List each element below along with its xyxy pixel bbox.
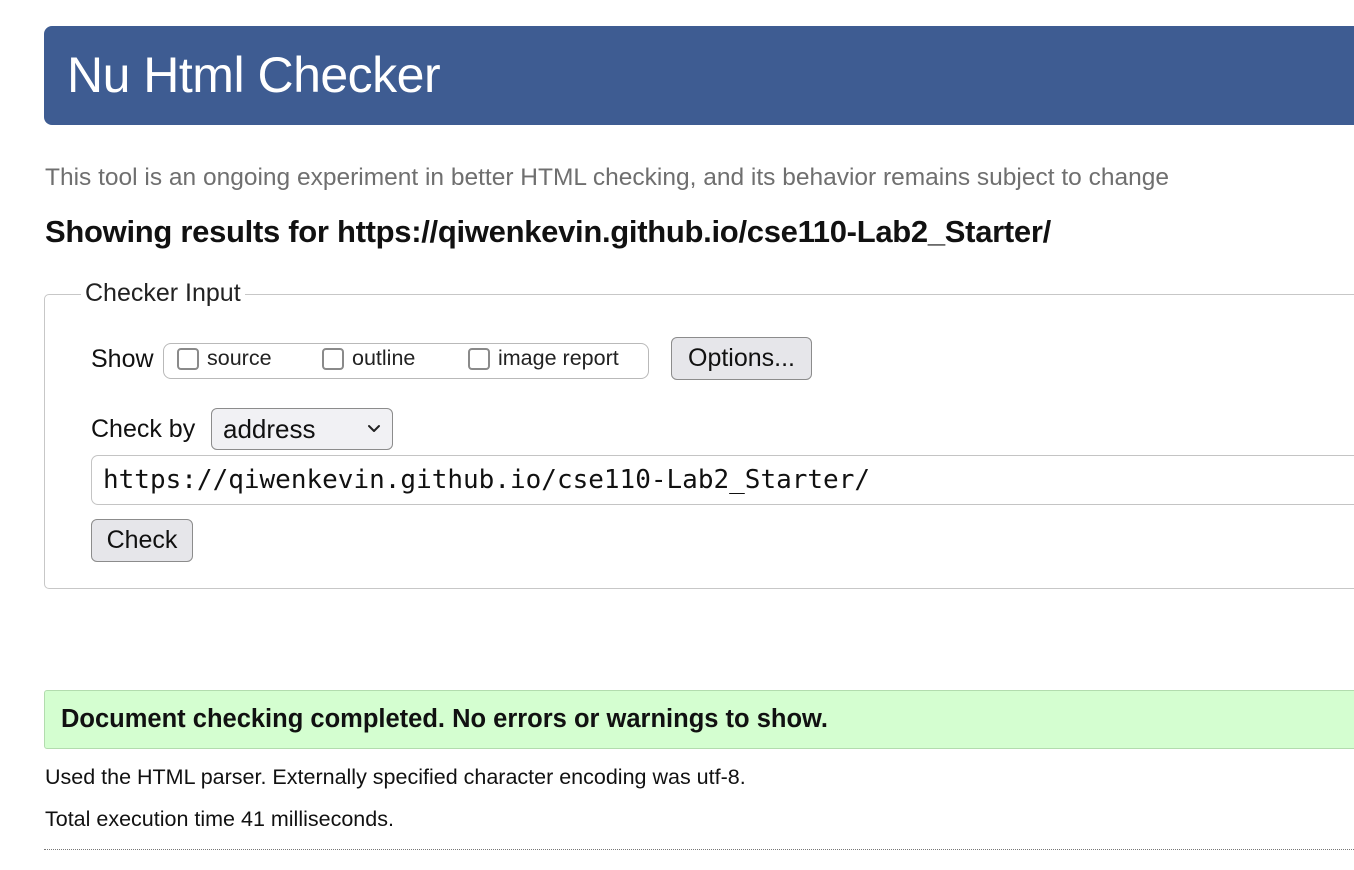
source-checkbox-label: source	[207, 346, 272, 370]
checker-input-legend: Checker Input	[81, 279, 245, 308]
show-image-report-option[interactable]: image report	[468, 346, 619, 371]
tagline: This tool is an ongoing experiment in be…	[45, 164, 1169, 191]
checker-input-fieldset: Checker Input Show source outline image …	[44, 279, 1354, 589]
chevron-down-icon	[368, 425, 380, 432]
app-title: Nu Html Checker	[67, 47, 441, 103]
image-report-checkbox[interactable]	[468, 347, 490, 370]
page: Nu Html Checker This tool is an ongoing …	[0, 0, 1354, 870]
check-by-selected-value: address	[223, 413, 316, 444]
image-report-checkbox-label: image report	[498, 346, 619, 370]
show-label: Show	[91, 345, 154, 373]
outline-checkbox[interactable]	[322, 347, 344, 370]
check-by-label: Check by	[91, 415, 196, 443]
outline-checkbox-label: outline	[352, 346, 416, 370]
success-message-box: Document checking completed. No errors o…	[44, 690, 1354, 749]
show-source-option[interactable]: source	[177, 346, 272, 371]
results-heading: Showing results for https://qiwenkevin.g…	[45, 214, 1051, 249]
execution-time: Total execution time 41 milliseconds.	[45, 807, 394, 831]
success-message: Document checking completed. No errors o…	[61, 705, 829, 733]
header-banner: Nu Html Checker	[44, 26, 1354, 125]
check-button[interactable]: Check	[91, 519, 193, 562]
dotted-divider	[44, 849, 1354, 850]
options-button[interactable]: Options...	[671, 337, 812, 380]
url-input-value: https://qiwenkevin.github.io/cse110-Lab2…	[103, 465, 871, 495]
source-checkbox[interactable]	[177, 347, 199, 370]
show-options-group: source outline image report	[163, 343, 649, 379]
check-by-select[interactable]: address	[211, 408, 393, 450]
show-outline-option[interactable]: outline	[322, 346, 415, 371]
parser-info: Used the HTML parser. Externally specifi…	[45, 765, 746, 789]
url-input[interactable]: https://qiwenkevin.github.io/cse110-Lab2…	[91, 455, 1354, 505]
